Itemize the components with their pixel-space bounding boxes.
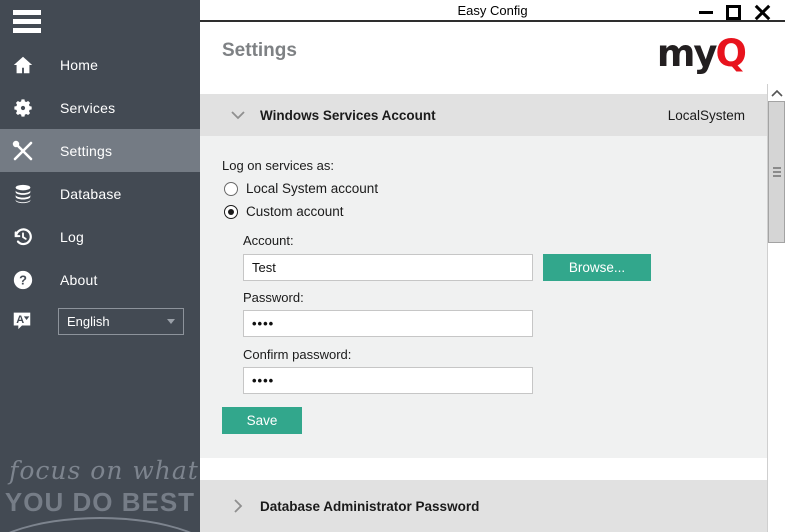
svg-text:A: A <box>16 314 24 326</box>
section-title: Database Administrator Password <box>260 499 479 514</box>
password-input[interactable] <box>243 310 533 337</box>
language-row: A English <box>0 306 200 336</box>
confirm-password-input[interactable] <box>243 367 533 394</box>
windows-services-account-panel: Log on services as: Local System account… <box>200 136 767 458</box>
scrollbar-track[interactable] <box>767 84 785 532</box>
sidebar-item-label: About <box>60 272 98 288</box>
radio-icon <box>224 182 238 196</box>
window-controls <box>698 4 771 20</box>
chevron-right-icon <box>230 498 246 514</box>
language-select[interactable]: English <box>58 308 184 335</box>
svg-text:?: ? <box>19 272 27 287</box>
tools-icon <box>11 139 35 163</box>
history-icon <box>11 225 35 249</box>
scroll-up-icon[interactable] <box>768 84 785 101</box>
database-icon <box>11 182 35 206</box>
settings-content: Windows Services Account LocalSystem Log… <box>200 84 767 532</box>
logo-q: Q <box>716 32 745 75</box>
confirm-password-label: Confirm password: <box>243 347 351 362</box>
sidebar-item-label: Log <box>60 229 84 245</box>
account-label: Account: <box>243 233 294 248</box>
language-selected: English <box>67 314 110 329</box>
sidebar-item-log[interactable]: Log <box>0 215 200 258</box>
translate-icon: A <box>11 309 35 333</box>
hamburger-icon[interactable] <box>13 10 41 33</box>
logo-my: my <box>657 32 716 75</box>
watermark-line2: YOU DO BEST <box>0 487 200 518</box>
section-value: LocalSystem <box>668 108 745 123</box>
radio-local-system-account[interactable]: Local System account <box>224 181 378 196</box>
sidebar-item-label: Home <box>60 57 98 73</box>
password-label: Password: <box>243 290 304 305</box>
section-windows-services-account[interactable]: Windows Services Account LocalSystem <box>200 94 767 136</box>
page-title: Settings <box>222 40 297 62</box>
radio-icon <box>224 205 238 219</box>
minimize-icon[interactable] <box>698 4 713 20</box>
radio-label: Custom account <box>246 204 344 219</box>
watermark-line1: focus on what <box>8 456 200 485</box>
sidebar-item-settings[interactable]: Settings <box>0 129 200 172</box>
save-button[interactable]: Save <box>222 407 302 434</box>
sidebar: Home Services Settings Database Log ? Ab… <box>0 0 200 532</box>
myq-logo: myQ <box>657 32 745 75</box>
chevron-down-icon <box>167 319 175 324</box>
sidebar-item-label: Services <box>60 100 115 116</box>
radio-custom-account[interactable]: Custom account <box>224 204 344 219</box>
sidebar-item-database[interactable]: Database <box>0 172 200 215</box>
sidebar-item-about[interactable]: ? About <box>0 258 200 301</box>
section-title: Windows Services Account <box>260 108 436 123</box>
page-header: Settings myQ <box>200 24 785 84</box>
sidebar-item-services[interactable]: Services <box>0 86 200 129</box>
sidebar-item-label: Settings <box>60 143 112 159</box>
titlebar: Easy Config <box>200 0 785 22</box>
sidebar-item-label: Database <box>60 186 122 202</box>
main-area: Easy Config Settings myQ Windows Service… <box>200 0 785 532</box>
scrollbar-thumb[interactable] <box>768 101 785 243</box>
account-input[interactable] <box>243 254 533 281</box>
close-icon[interactable] <box>754 4 771 21</box>
gear-icon <box>11 96 35 120</box>
home-icon <box>11 53 35 77</box>
scrollbar-grip-icon <box>773 167 781 169</box>
maximize-icon[interactable] <box>726 5 741 20</box>
browse-button[interactable]: Browse... <box>543 254 651 281</box>
section-database-administrator-password[interactable]: Database Administrator Password <box>200 480 767 532</box>
logon-group-label: Log on services as: <box>222 158 334 173</box>
help-icon: ? <box>11 268 35 292</box>
chevron-down-icon <box>230 107 246 123</box>
sidebar-item-home[interactable]: Home <box>0 43 200 86</box>
radio-label: Local System account <box>246 181 378 196</box>
